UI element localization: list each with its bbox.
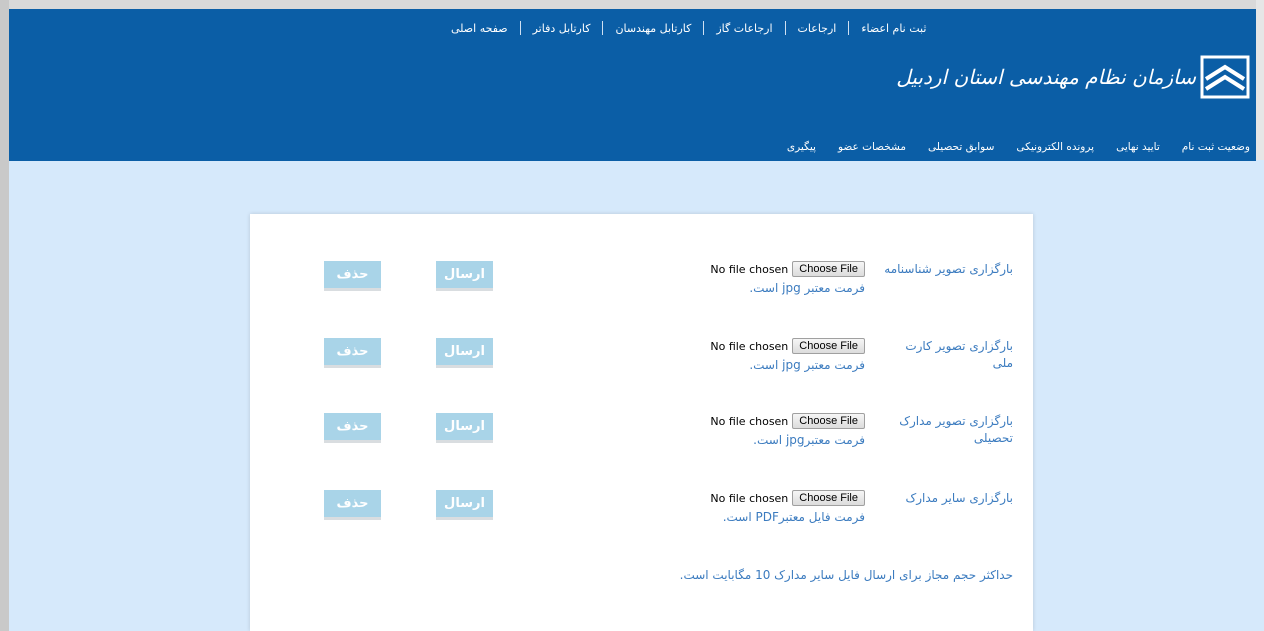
file-status-text: No file chosen bbox=[710, 339, 789, 353]
delete-button[interactable]: حذف bbox=[324, 490, 381, 520]
upload-row-national-card: بارگزاری تصویر کارت ملی No file chosen C… bbox=[250, 338, 1033, 398]
choose-file-button[interactable]: Choose File bbox=[792, 413, 865, 429]
delete-button[interactable]: حذف bbox=[324, 413, 381, 443]
upload-row-birth-certificate: بارگزاری تصویر شناسنامه No file chosen C… bbox=[250, 261, 1033, 321]
upload-label: بارگزاری تصویر کارت ملی bbox=[905, 339, 1013, 371]
top-nav-separator bbox=[703, 21, 705, 35]
top-nav-offices-cartable[interactable]: کارتابل دفاتر bbox=[521, 22, 603, 35]
sub-nav-electronic-file[interactable]: پرونده الکترونیکی bbox=[1016, 141, 1094, 157]
file-input[interactable]: No file chosen Choose File bbox=[710, 413, 865, 429]
upload-card: بارگزاری تصویر شناسنامه No file chosen C… bbox=[250, 214, 1033, 631]
sub-nav: پیگیری مشخصات عضو سوابق تحصیلی پرونده ال… bbox=[787, 141, 1250, 157]
sub-nav-final-approval[interactable]: تایید نهایی bbox=[1116, 141, 1160, 157]
file-status-text: No file chosen bbox=[710, 491, 789, 505]
sub-nav-registration-status[interactable]: وضعیت ثبت نام bbox=[1182, 141, 1250, 157]
format-note: فرمت معتبرjpg است. bbox=[753, 433, 865, 447]
choose-file-button[interactable]: Choose File bbox=[792, 338, 865, 354]
window-frame-right bbox=[1256, 0, 1264, 160]
sub-nav-member-details[interactable]: مشخصات عضو bbox=[838, 141, 906, 157]
format-note: فرمت فایل معتبرPDF است. bbox=[722, 510, 865, 524]
top-nav-gas-referrals[interactable]: ارجاعات گاز bbox=[704, 22, 784, 35]
send-button[interactable]: ارسال bbox=[436, 338, 493, 368]
max-size-note: حداکثر حجم مجاز برای ارسال فایل سایر مدا… bbox=[679, 568, 1013, 582]
upload-label: بارگزاری سایر مدارک bbox=[905, 491, 1013, 505]
choose-file-button[interactable]: Choose File bbox=[792, 261, 865, 277]
file-input[interactable]: No file chosen Choose File bbox=[710, 261, 865, 277]
format-note: فرمت معتبر jpg است. bbox=[749, 281, 865, 295]
upload-label: بارگزاری تصویر مدارک تحصیلی bbox=[899, 414, 1013, 446]
top-nav-home[interactable]: صفحه اصلی bbox=[439, 22, 520, 35]
file-status-text: No file chosen bbox=[710, 414, 789, 428]
top-nav-separator bbox=[602, 21, 604, 35]
site-header: صفحه اصلی کارتابل دفاتر کارتابل مهندسان … bbox=[9, 9, 1256, 161]
sub-nav-education-history[interactable]: سوابق تحصیلی bbox=[928, 141, 994, 157]
top-nav-separator bbox=[848, 21, 850, 35]
format-note: فرمت معتبر jpg است. bbox=[749, 358, 865, 372]
window-frame-top bbox=[0, 0, 1264, 9]
delete-button[interactable]: حذف bbox=[324, 261, 381, 291]
file-input[interactable]: No file chosen Choose File bbox=[710, 338, 865, 354]
top-nav-referrals[interactable]: ارجاعات bbox=[786, 22, 849, 35]
file-input[interactable]: No file chosen Choose File bbox=[710, 490, 865, 506]
top-nav-separator bbox=[519, 21, 521, 35]
upload-label: بارگزاری تصویر شناسنامه bbox=[884, 262, 1013, 276]
send-button[interactable]: ارسال bbox=[436, 261, 493, 291]
top-nav-separator bbox=[784, 21, 786, 35]
sub-nav-tracking[interactable]: پیگیری bbox=[787, 141, 816, 157]
upload-row-other-documents: بارگزاری سایر مدارک No file chosen Choos… bbox=[250, 490, 1033, 550]
choose-file-button[interactable]: Choose File bbox=[792, 490, 865, 506]
top-nav-engineers-cartable[interactable]: کارتابل مهندسان bbox=[603, 22, 703, 35]
logo-mark-icon bbox=[1200, 55, 1250, 99]
upload-row-education-documents: بارگزاری تصویر مدارک تحصیلی No file chos… bbox=[250, 413, 1033, 473]
organization-name: سازمان نظام مهندسی استان اردبیل bbox=[896, 65, 1196, 89]
top-nav-member-registration[interactable]: ثبت نام اعضاء bbox=[849, 22, 938, 35]
top-nav: صفحه اصلی کارتابل دفاتر کارتابل مهندسان … bbox=[439, 19, 1029, 37]
file-status-text: No file chosen bbox=[710, 262, 789, 276]
delete-button[interactable]: حذف bbox=[324, 338, 381, 368]
organization-logo[interactable]: سازمان نظام مهندسی استان اردبیل bbox=[896, 55, 1250, 99]
window-frame-left bbox=[0, 0, 9, 631]
send-button[interactable]: ارسال bbox=[436, 490, 493, 520]
send-button[interactable]: ارسال bbox=[436, 413, 493, 443]
